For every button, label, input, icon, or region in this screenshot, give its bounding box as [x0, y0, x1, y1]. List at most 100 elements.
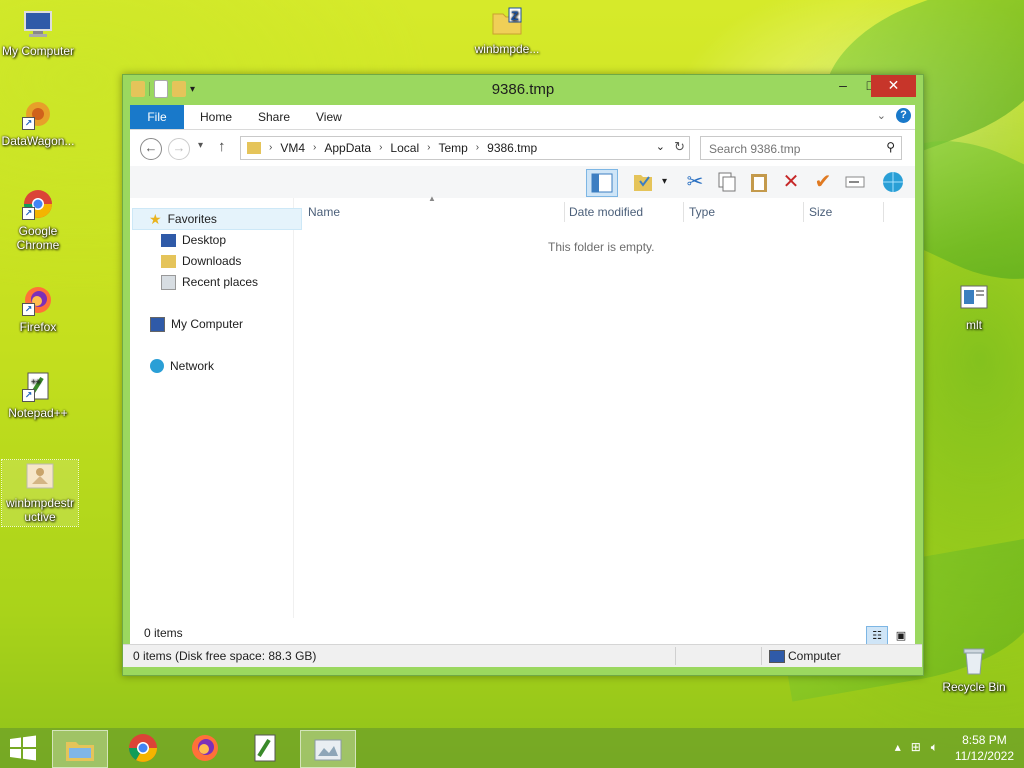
breadcrumb-item[interactable]: AppData — [324, 137, 371, 159]
breadcrumb-separator[interactable]: › — [269, 137, 272, 159]
paste-icon[interactable] — [746, 169, 772, 195]
ribbon-right-controls: ⌄ ? — [877, 108, 911, 123]
recent-places-icon — [161, 274, 176, 290]
chrome-icon — [129, 734, 157, 762]
desktop-icon-mlt[interactable]: mlt — [936, 282, 1012, 332]
desktop-icon-datawagon[interactable]: ↗ DataWagon... — [0, 98, 76, 148]
nav-item-recent-places[interactable]: Recent places — [130, 272, 258, 292]
network-tray-icon[interactable]: ⊞ — [911, 740, 921, 755]
desktop-icon-recycle-bin[interactable]: Recycle Bin — [936, 644, 1012, 694]
breadcrumb-separator[interactable]: › — [476, 137, 479, 159]
window-app-icon — [958, 282, 990, 314]
breadcrumb-separator[interactable]: › — [427, 137, 430, 159]
desktop-icon-my-computer[interactable]: My Computer — [0, 8, 76, 58]
status-text: 0 items (Disk free space: 88.3 GB) — [133, 649, 317, 663]
desktop-icon-label: My Computer — [1, 44, 75, 58]
chevron-down-icon[interactable]: ▾ — [662, 176, 667, 187]
taskbar-file-explorer[interactable] — [52, 730, 108, 768]
properties-icon[interactable] — [842, 169, 868, 195]
ribbon-tabs: File Home Share View ⌄ ? — [130, 105, 915, 130]
rename-check-icon[interactable]: ✔ — [810, 169, 836, 195]
explorer-content: ← → ▾ ↑ › VM4 › AppData › Local › Temp ›… — [123, 130, 922, 667]
breadcrumb-separator[interactable]: › — [313, 137, 316, 159]
svg-text:++: ++ — [31, 377, 41, 386]
search-box[interactable]: ⚲ — [700, 136, 902, 160]
address-row: ← → ▾ ↑ › VM4 › AppData › Local › Temp ›… — [130, 130, 915, 166]
file-list[interactable]: ▲ Name Date modified Type Size This fold… — [296, 194, 915, 618]
breadcrumb: › VM4 › AppData › Local › Temp › 9386.tm… — [247, 137, 537, 159]
minimize-button[interactable]: – — [829, 75, 857, 97]
taskbar-chrome[interactable] — [116, 730, 170, 766]
taskbar-firefox[interactable] — [178, 730, 232, 766]
folder-icon — [247, 142, 261, 154]
explorer-window[interactable]: ▾ 9386.tmp – □ ✕ File Home Share View ⌄ … — [122, 74, 924, 676]
cut-icon[interactable]: ✂ — [682, 169, 708, 195]
preview-pane-button[interactable] — [586, 169, 618, 197]
clock[interactable]: 8:58 PM 11/12/2022 — [955, 732, 1014, 764]
volume-icon[interactable]: 🔈︎ — [931, 740, 938, 755]
breadcrumb-separator[interactable]: › — [379, 137, 382, 159]
close-button[interactable]: ✕ — [871, 75, 916, 97]
nav-item-downloads[interactable]: Downloads — [130, 251, 241, 271]
address-bar[interactable]: › VM4 › AppData › Local › Temp › 9386.tm… — [240, 136, 690, 160]
desktop-icon-winbmpdestructive[interactable]: winbmpdestr uctive — [1, 459, 79, 527]
breadcrumb-item[interactable]: Local — [390, 137, 419, 159]
star-icon: ★ — [149, 211, 162, 227]
desktop-icon-winbmpde-zip[interactable]: Z winbmpde... — [469, 6, 545, 56]
tab-file[interactable]: File — [130, 105, 184, 129]
desktop-icon-label: Recycle Bin — [942, 680, 1006, 694]
forward-button[interactable]: → — [168, 138, 190, 160]
column-header-size[interactable]: Size — [809, 202, 884, 222]
command-toolbar: ▾ ✂ ✕ ✔ — [130, 166, 915, 198]
computer-icon — [22, 8, 54, 40]
desktop-icon-notepad-plus-plus[interactable]: ++ ↗ Notepad++ — [0, 370, 76, 420]
tab-home[interactable]: Home — [200, 105, 232, 129]
notepad-plus-plus-icon — [254, 734, 276, 762]
show-hidden-icons-icon[interactable]: ▴ — [895, 740, 901, 755]
desktop-icon — [161, 233, 176, 247]
recent-locations-chevron-icon[interactable]: ▾ — [198, 140, 203, 151]
breadcrumb-item[interactable]: VM4 — [280, 137, 305, 159]
taskbar-notepad-plus-plus[interactable] — [238, 730, 292, 766]
tab-share[interactable]: Share — [258, 105, 290, 129]
zip-folder-icon: Z — [491, 6, 523, 38]
status-location: Computer — [788, 649, 841, 663]
empty-folder-message: This folder is empty. — [548, 240, 655, 254]
help-icon[interactable]: ? — [896, 108, 911, 123]
column-header-type[interactable]: Type — [689, 202, 804, 222]
start-button[interactable] — [8, 734, 38, 762]
title-bar[interactable]: ▾ 9386.tmp – □ ✕ — [123, 75, 923, 104]
shortcut-arrow-icon: ↗ — [22, 207, 35, 220]
nav-item-network[interactable]: Network — [130, 356, 214, 376]
application-window-icon — [314, 739, 342, 761]
system-tray: ▴ ⊞ 🔈︎ — [895, 740, 938, 755]
column-header-name[interactable]: Name — [308, 202, 565, 222]
delete-icon[interactable]: ✕ — [778, 169, 804, 195]
expand-ribbon-icon[interactable]: ⌄ — [877, 109, 886, 122]
taskbar-winbmpdestructive[interactable] — [300, 730, 356, 768]
nav-item-desktop[interactable]: Desktop — [130, 230, 226, 250]
desktop-icon-google-chrome[interactable]: ↗ Google Chrome — [0, 188, 76, 252]
large-icons-view-button[interactable]: ▣ — [890, 626, 912, 646]
search-icon[interactable]: ⚲ — [886, 140, 895, 154]
back-button[interactable]: ← — [140, 138, 162, 160]
search-input[interactable] — [707, 139, 881, 159]
tab-view[interactable]: View — [316, 105, 342, 129]
details-view-button[interactable]: ☷ — [866, 626, 888, 646]
shortcut-arrow-icon: ↗ — [22, 389, 35, 402]
column-header-date-modified[interactable]: Date modified — [569, 202, 684, 222]
nav-item-my-computer[interactable]: My Computer — [130, 314, 243, 334]
copy-icon[interactable] — [714, 169, 740, 195]
breadcrumb-item[interactable]: Temp — [438, 137, 467, 159]
up-arrow-icon[interactable]: ↑ — [218, 138, 226, 155]
address-dropdown-icon[interactable]: ⌄ — [656, 140, 665, 153]
folder-options-icon[interactable] — [630, 169, 656, 195]
chrome-icon: ↗ — [22, 188, 54, 220]
nav-item-label: My Computer — [171, 317, 244, 331]
desktop-icon-firefox[interactable]: ↗ Firefox — [0, 284, 76, 334]
refresh-icon[interactable]: ↻ — [674, 139, 685, 155]
downloads-folder-icon — [161, 254, 176, 268]
nav-item-favorites[interactable]: ★ Favorites — [132, 208, 302, 230]
globe-icon[interactable] — [880, 169, 906, 195]
breadcrumb-item[interactable]: 9386.tmp — [487, 137, 537, 159]
